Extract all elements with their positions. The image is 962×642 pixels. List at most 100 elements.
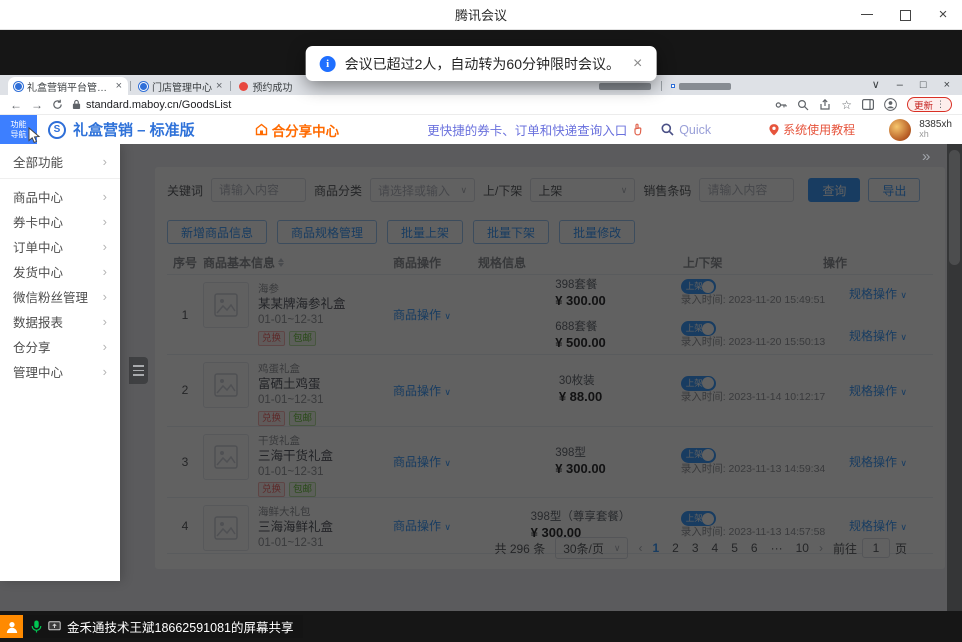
sidebar-item-goods-center[interactable]: 商品中心› — [0, 184, 120, 209]
browser-addressbar: ← → standard.maboy.cn/GoodsList — [0, 95, 962, 115]
quick-entry-label: 更快捷的券卡、订单和快递查询入口 — [427, 120, 627, 139]
tab-divider — [230, 81, 231, 91]
tab-label-obscured — [679, 83, 731, 90]
toast-close-icon[interactable]: × — [633, 55, 642, 73]
browser-window-controls: ∨ – □ × — [860, 75, 962, 95]
nav-label-line2: 导航 — [11, 130, 27, 140]
browser-tab-store-admin[interactable]: 门店管理中心 × — [133, 77, 228, 95]
shop-icon — [255, 123, 268, 136]
tab-favicon — [672, 85, 674, 87]
profile-icon[interactable] — [884, 98, 897, 111]
search-icon — [661, 123, 674, 136]
reload-icon[interactable] — [52, 99, 63, 110]
quick-entry-link[interactable]: 更快捷的券卡、订单和快递查询入口 — [427, 120, 645, 139]
tutorial-label: 系统使用教程 — [783, 121, 855, 138]
browser-tab-goods-admin[interactable]: 礼盒营销平台管理中心 × — [8, 77, 128, 95]
maximize-icon[interactable] — [898, 8, 912, 22]
nav-label-line1: 功能 — [11, 120, 27, 130]
sidebar-item-wechat-fans[interactable]: 微信粉丝管理› — [0, 284, 120, 309]
tab-favicon — [139, 82, 148, 91]
screen-share-icon — [48, 621, 61, 632]
tab-label-obscured — [599, 83, 651, 90]
browser-tab-partial[interactable] — [664, 77, 739, 95]
mic-icon — [31, 620, 42, 633]
share-center-link[interactable]: 合分享中心 — [255, 120, 340, 140]
pointer-hand-icon — [632, 123, 645, 136]
side-panel-icon[interactable] — [862, 99, 874, 110]
tab-label: 门店管理中心 — [152, 79, 212, 94]
tab-close-icon[interactable]: × — [116, 80, 122, 92]
page-body: 关键词 商品分类 请选择或输入 ∨ 上/下架 上架 ∨ — [0, 144, 962, 611]
user-info: 8385xh xh — [919, 119, 952, 140]
quick-search-label: Quick — [679, 123, 711, 137]
sharer-avatar-icon — [0, 615, 23, 638]
nav-sidebar-panel: 全部功能› 商品中心› 券卡中心› 订单中心› 发货中心› 微信粉丝管理› 数据… — [0, 144, 120, 581]
brand-logo-icon: S — [48, 121, 66, 139]
share-status: 金禾通技术王斌18662591081的屏幕共享 — [23, 615, 303, 638]
chevron-right-icon: › — [103, 264, 107, 279]
share-center-label: 合分享中心 — [272, 120, 340, 140]
chevron-right-icon: › — [103, 214, 107, 229]
tab-label: 预约成功 — [252, 79, 292, 94]
window-controls: × — [860, 0, 950, 30]
share-icon[interactable] — [819, 99, 831, 111]
meeting-title: 腾讯会议 — [455, 5, 507, 24]
sidebar-item-warehouse-share[interactable]: 仓分享› — [0, 334, 120, 359]
user-avatar[interactable] — [889, 119, 911, 141]
shared-browser-window: 礼盒营销平台管理中心 × 门店管理中心 × 预约成功 — [0, 75, 962, 610]
zoom-icon[interactable] — [797, 99, 809, 111]
meeting-stage: 礼盒营销平台管理中心 × 门店管理中心 × 预约成功 — [0, 30, 962, 642]
app-header: 功能 导航 S 礼盒营销 – 标准版 合分享中心 更快捷的券卡、订单和快递查询入… — [0, 115, 962, 144]
chevron-right-icon: › — [103, 189, 107, 204]
browser-menu-icon[interactable]: ⋮ — [936, 99, 945, 110]
chevron-right-icon: › — [103, 364, 107, 379]
tab-close-icon[interactable]: × — [216, 80, 222, 92]
lock-icon — [72, 99, 81, 110]
screen-share-bar: 金禾通技术王斌18662591081的屏幕共享 — [0, 615, 303, 638]
meeting-titlebar: 腾讯会议 × — [0, 0, 962, 30]
tab-favicon — [14, 82, 23, 91]
sidebar-divider — [0, 178, 120, 179]
browser-update-button[interactable]: 更新 ⋮ — [907, 97, 952, 112]
tab-search-chevron-icon[interactable]: ∨ — [872, 80, 880, 91]
chevron-right-icon: › — [103, 339, 107, 354]
info-icon: i — [320, 56, 336, 72]
forward-icon[interactable]: → — [31, 99, 43, 111]
tab-label: 礼盒营销平台管理中心 — [27, 79, 112, 94]
close-icon[interactable]: × — [936, 8, 950, 22]
chevron-right-icon: › — [103, 154, 107, 169]
pin-icon — [769, 124, 779, 136]
tab-favicon — [239, 82, 248, 91]
bookmark-star-icon[interactable]: ☆ — [841, 99, 852, 111]
tab-divider — [130, 81, 131, 91]
floating-menu-handle[interactable] — [129, 357, 148, 384]
mouse-cursor — [28, 127, 41, 144]
toast-message: 会议已超过2人，自动转为60分钟限时会议。 — [345, 54, 620, 74]
chevron-right-icon: › — [103, 314, 107, 329]
sidebar-item-shipping-center[interactable]: 发货中心› — [0, 259, 120, 284]
quick-search[interactable]: Quick — [661, 123, 711, 137]
meeting-window: 腾讯会议 × 礼盒营销平台管理中心 × 门店管理中心 × — [0, 0, 962, 642]
browser-maximize-icon[interactable]: □ — [920, 80, 927, 91]
tutorial-link[interactable]: 系统使用教程 — [769, 121, 855, 138]
chevron-right-icon: › — [103, 289, 107, 304]
share-text: 金禾通技术王斌18662591081的屏幕共享 — [67, 617, 293, 636]
browser-tab-booking[interactable]: 预约成功 — [233, 77, 298, 95]
back-icon[interactable]: ← — [10, 99, 22, 111]
addressbar-actions: ☆ 更新 ⋮ — [775, 97, 952, 112]
sidebar-item-data-reports[interactable]: 数据报表› — [0, 309, 120, 334]
password-key-icon[interactable] — [775, 99, 787, 111]
tab-divider — [661, 81, 662, 91]
browser-close-icon[interactable]: × — [944, 80, 950, 91]
brand-title: 礼盒营销 – 标准版 — [73, 119, 195, 140]
sidebar-item-coupon-center[interactable]: 券卡中心› — [0, 209, 120, 234]
browser-minimize-icon[interactable]: – — [897, 80, 903, 91]
sidebar-item-all-functions[interactable]: 全部功能› — [0, 149, 120, 174]
collapse-panel-icon[interactable]: » — [922, 148, 930, 165]
minimize-icon[interactable] — [860, 8, 874, 22]
sidebar-item-admin-center[interactable]: 管理中心› — [0, 359, 120, 384]
omnibox[interactable]: standard.maboy.cn/GoodsList — [72, 99, 231, 111]
meeting-toast: i 会议已超过2人，自动转为60分钟限时会议。 × — [306, 46, 657, 81]
chevron-right-icon: › — [103, 239, 107, 254]
sidebar-item-order-center[interactable]: 订单中心› — [0, 234, 120, 259]
